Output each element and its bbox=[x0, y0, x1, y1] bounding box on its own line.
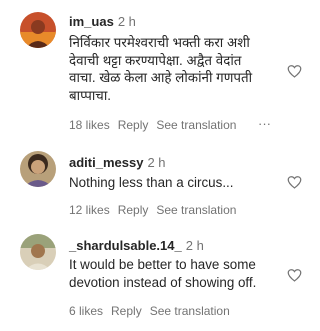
see-translation-button[interactable]: See translation bbox=[156, 118, 236, 132]
comment-header: aditi_messy 2 h bbox=[69, 156, 166, 170]
likes-count[interactable]: 18 likes bbox=[69, 118, 110, 132]
comment-actions: 6 likes Reply See translation bbox=[69, 304, 238, 318]
comment-text: निर्विकार परमेश्वराची भक्ती करा अशी देवा… bbox=[69, 35, 253, 103]
heart-icon[interactable] bbox=[287, 175, 302, 189]
heart-icon[interactable] bbox=[287, 64, 302, 78]
timestamp: 2 h bbox=[147, 155, 166, 170]
timestamp: 2 h bbox=[185, 238, 204, 253]
heart-icon[interactable] bbox=[287, 268, 302, 282]
username[interactable]: aditi_messy bbox=[69, 155, 143, 170]
likes-count[interactable]: 12 likes bbox=[69, 203, 110, 217]
likes-count[interactable]: 6 likes bbox=[69, 304, 103, 318]
comment-header: _shardulsable.14_ 2 h bbox=[69, 239, 204, 253]
comment-header: im_uas 2 h bbox=[69, 15, 136, 29]
see-translation-button[interactable]: See translation bbox=[150, 304, 230, 318]
see-translation-button[interactable]: See translation bbox=[156, 203, 236, 217]
reply-button[interactable]: Reply bbox=[118, 118, 149, 132]
username[interactable]: im_uas bbox=[69, 14, 114, 29]
avatar[interactable] bbox=[20, 151, 56, 187]
comment-text: Nothing less than a circus... bbox=[69, 175, 234, 190]
comment-text: It would be better to have some devotion… bbox=[69, 257, 257, 290]
comment-actions: 18 likes Reply See translation bbox=[69, 118, 244, 132]
timestamp: 2 h bbox=[117, 14, 136, 29]
avatar[interactable] bbox=[20, 234, 56, 270]
username[interactable]: _shardulsable.14_ bbox=[69, 238, 182, 253]
reply-button[interactable]: Reply bbox=[111, 304, 142, 318]
avatar[interactable] bbox=[20, 12, 56, 48]
more-icon[interactable]: ··· bbox=[258, 117, 271, 131]
comment-actions: 12 likes Reply See translation bbox=[69, 203, 244, 217]
reply-button[interactable]: Reply bbox=[118, 203, 149, 217]
